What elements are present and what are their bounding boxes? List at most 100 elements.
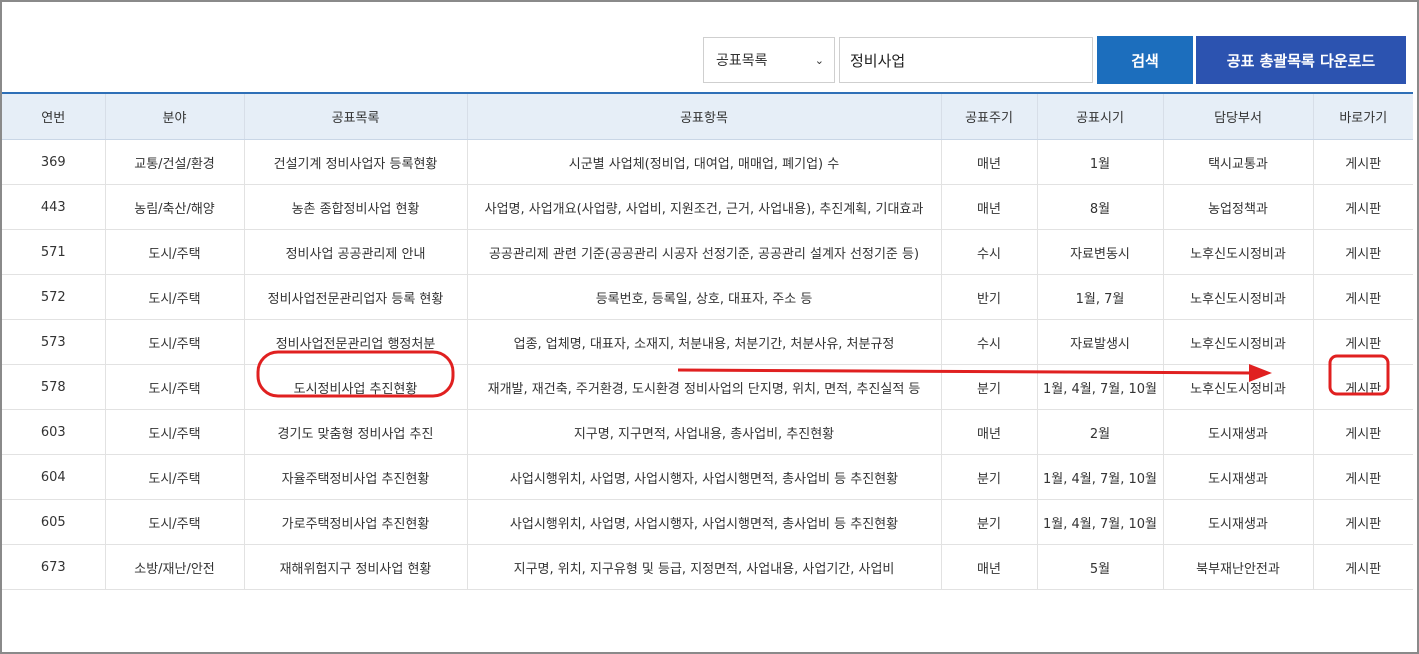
cell-dept: 노후신도시정비과 (1162, 364, 1313, 410)
cell-timing: 5월 (1036, 544, 1163, 590)
cell-timing: 8월 (1036, 184, 1163, 230)
cell-no: 603 (2, 409, 105, 455)
cell-dept: 노후신도시정비과 (1162, 229, 1313, 275)
header-no: 연번 (2, 92, 105, 140)
board-link[interactable]: 게시판 (1312, 409, 1413, 455)
cell-dept: 도시재생과 (1162, 454, 1313, 500)
disclosure-list-table: 연번 분야 공표목록 공표항목 공표주기 공표시기 담당부서 바로가기 369 교… (2, 92, 1413, 590)
table-row: 572 도시/주택 정비사업전문관리업자 등록 현황 등록번호, 등록일, 상호, 대… (2, 274, 1413, 320)
cell-list: 정비사업 공공관리제 안내 (243, 229, 467, 275)
cell-list: 정비사업전문관리업 행정처분 (243, 319, 467, 365)
table-row: 605 도시/주택 가로주택정비사업 추진현황 사업시행위치, 사업명, 사업시행자,… (2, 499, 1413, 545)
cell-no: 604 (2, 454, 105, 500)
board-link[interactable]: 게시판 (1312, 184, 1413, 230)
cell-no: 369 (2, 139, 105, 185)
cell-timing: 1월, 4월, 7월, 10월 (1036, 454, 1163, 500)
board-link[interactable]: 게시판 (1312, 544, 1413, 590)
cell-cycle: 매년 (940, 139, 1037, 185)
cell-list: 농촌 종합정비사업 현황 (243, 184, 467, 230)
cell-no: 578 (2, 364, 105, 410)
cell-items: 사업시행위치, 사업명, 사업시행자, 사업시행면적, 총사업비 등 추진현황 (466, 454, 941, 500)
category-select[interactable]: 공표목록 ⌄ (703, 37, 835, 83)
cell-cycle: 분기 (940, 454, 1037, 500)
header-field: 분야 (104, 92, 244, 140)
board-link[interactable]: 게시판 (1312, 319, 1413, 365)
cell-dept: 노후신도시정비과 (1162, 319, 1313, 365)
header-list: 공표목록 (243, 92, 467, 140)
cell-dept: 노후신도시정비과 (1162, 274, 1313, 320)
search-input[interactable]: 정비사업 (839, 37, 1093, 83)
search-bar: 공표목록 ⌄ 정비사업 검색 공표 총괄목록 다운로드 (703, 36, 1406, 86)
cell-timing: 자료변동시 (1036, 229, 1163, 275)
cell-no: 673 (2, 544, 105, 590)
header-shortcut: 바로가기 (1312, 92, 1413, 140)
cell-dept: 택시교통과 (1162, 139, 1313, 185)
board-link[interactable]: 게시판 (1312, 274, 1413, 320)
cell-items: 업종, 업체명, 대표자, 소재지, 처분내용, 처분기간, 처분사유, 처분규… (466, 319, 941, 365)
cell-field: 농림/축산/해양 (104, 184, 244, 230)
cell-timing: 자료발생시 (1036, 319, 1163, 365)
cell-list: 정비사업전문관리업자 등록 현황 (243, 274, 467, 320)
cell-items: 등록번호, 등록일, 상호, 대표자, 주소 등 (466, 274, 941, 320)
cell-no: 571 (2, 229, 105, 275)
cell-cycle: 매년 (940, 184, 1037, 230)
cell-items: 공공관리제 관련 기준(공공관리 시공자 선정기준, 공공관리 설계자 선정기준… (466, 229, 941, 275)
table-header-row: 연번 분야 공표목록 공표항목 공표주기 공표시기 담당부서 바로가기 (2, 92, 1413, 140)
cell-timing: 1월, 4월, 7월, 10월 (1036, 364, 1163, 410)
header-timing: 공표시기 (1036, 92, 1163, 140)
header-dept: 담당부서 (1162, 92, 1313, 140)
cell-field: 도시/주택 (104, 364, 244, 410)
cell-field: 도시/주택 (104, 274, 244, 320)
cell-field: 도시/주택 (104, 454, 244, 500)
board-link[interactable]: 게시판 (1312, 364, 1413, 410)
cell-dept: 도시재생과 (1162, 409, 1313, 455)
cell-cycle: 분기 (940, 364, 1037, 410)
cell-list: 건설기계 정비사업자 등록현황 (243, 139, 467, 185)
cell-list: 재해위험지구 정비사업 현황 (243, 544, 467, 590)
cell-field: 소방/재난/안전 (104, 544, 244, 590)
cell-timing: 1월, 7월 (1036, 274, 1163, 320)
table-row: 573 도시/주택 정비사업전문관리업 행정처분 업종, 업체명, 대표자, 소재지,… (2, 319, 1413, 365)
cell-cycle: 수시 (940, 319, 1037, 365)
category-select-value: 공표목록 (716, 53, 768, 69)
board-link[interactable]: 게시판 (1312, 139, 1413, 185)
cell-field: 도시/주택 (104, 319, 244, 365)
cell-items: 지구명, 위치, 지구유형 및 등급, 지정면적, 사업내용, 사업기간, 사업… (466, 544, 941, 590)
cell-no: 443 (2, 184, 105, 230)
table-row: 571 도시/주택 정비사업 공공관리제 안내 공공관리제 관련 기준(공공관리 시공… (2, 229, 1413, 275)
table-row: 673 소방/재난/안전 재해위험지구 정비사업 현황 지구명, 위치, 지구유형 및… (2, 544, 1413, 590)
cell-timing: 2월 (1036, 409, 1163, 455)
cell-cycle: 매년 (940, 409, 1037, 455)
cell-list: 도시정비사업 추진현황 (243, 364, 467, 410)
table-row: 603 도시/주택 경기도 맞춤형 정비사업 추진 지구명, 지구면적, 사업내용, … (2, 409, 1413, 455)
cell-field: 도시/주택 (104, 229, 244, 275)
table-row: 604 도시/주택 자율주택정비사업 추진현황 사업시행위치, 사업명, 사업시행자,… (2, 454, 1413, 500)
board-link[interactable]: 게시판 (1312, 454, 1413, 500)
cell-no: 573 (2, 319, 105, 365)
cell-field: 교통/건설/환경 (104, 139, 244, 185)
cell-cycle: 매년 (940, 544, 1037, 590)
board-link[interactable]: 게시판 (1312, 229, 1413, 275)
cell-list: 자율주택정비사업 추진현황 (243, 454, 467, 500)
table-row: 578 도시/주택 도시정비사업 추진현황 재개발, 재건축, 주거환경, 도시환경 … (2, 364, 1413, 410)
cell-timing: 1월 (1036, 139, 1163, 185)
cell-field: 도시/주택 (104, 409, 244, 455)
cell-items: 재개발, 재건축, 주거환경, 도시환경 정비사업의 단지명, 위치, 면적, … (466, 364, 941, 410)
cell-dept: 농업정책과 (1162, 184, 1313, 230)
cell-list: 경기도 맞춤형 정비사업 추진 (243, 409, 467, 455)
cell-cycle: 반기 (940, 274, 1037, 320)
chevron-down-icon: ⌄ (814, 53, 824, 67)
cell-dept: 도시재생과 (1162, 499, 1313, 545)
cell-list: 가로주택정비사업 추진현황 (243, 499, 467, 545)
cell-timing: 1월, 4월, 7월, 10월 (1036, 499, 1163, 545)
search-button[interactable]: 검색 (1097, 36, 1193, 84)
cell-items: 지구명, 지구면적, 사업내용, 총사업비, 추진현황 (466, 409, 941, 455)
cell-cycle: 분기 (940, 499, 1037, 545)
cell-dept: 북부재난안전과 (1162, 544, 1313, 590)
cell-cycle: 수시 (940, 229, 1037, 275)
download-list-button[interactable]: 공표 총괄목록 다운로드 (1196, 36, 1406, 84)
cell-items: 사업명, 사업개요(사업량, 사업비, 지원조건, 근거, 사업내용), 추진계… (466, 184, 941, 230)
board-link[interactable]: 게시판 (1312, 499, 1413, 545)
cell-items: 시군별 사업체(정비업, 대여업, 매매업, 폐기업) 수 (466, 139, 941, 185)
cell-field: 도시/주택 (104, 499, 244, 545)
